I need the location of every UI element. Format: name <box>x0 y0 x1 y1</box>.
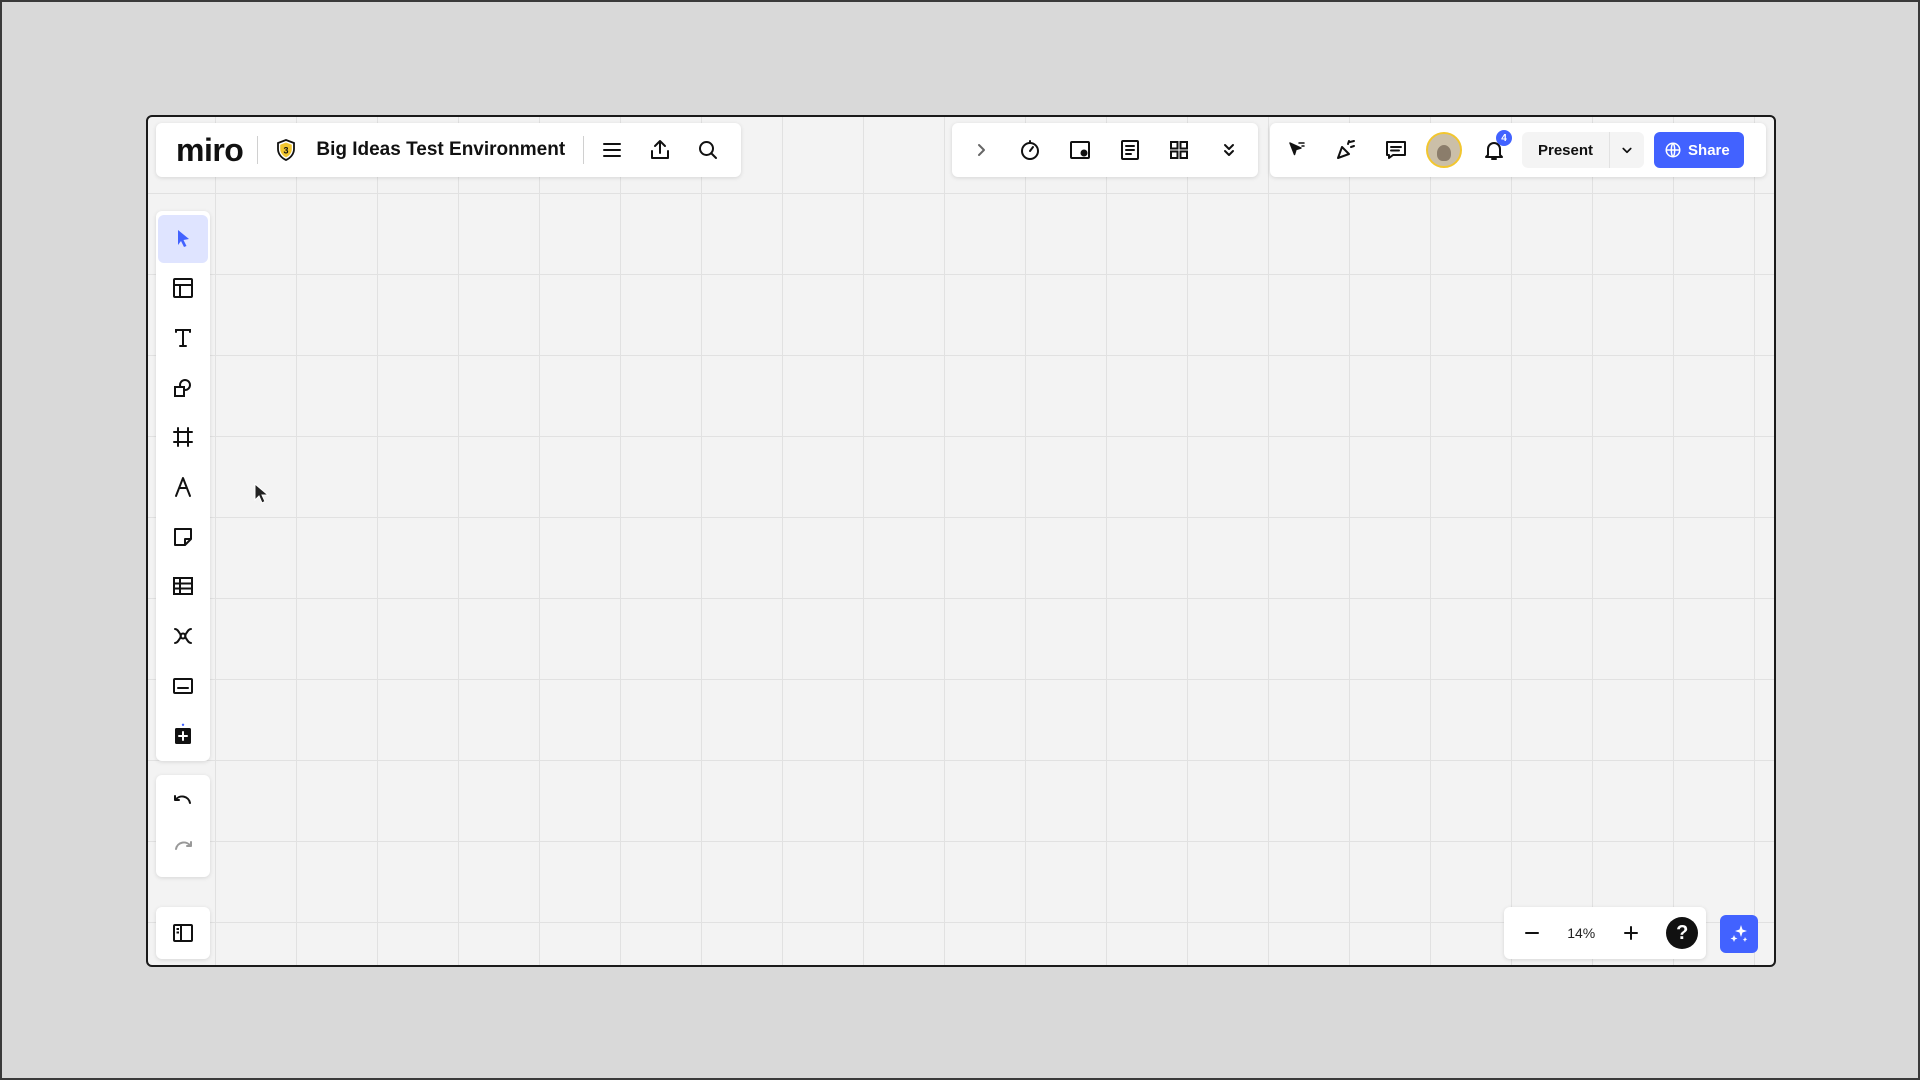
user-avatar[interactable] <box>1426 132 1462 168</box>
zoom-level[interactable]: 14% <box>1567 925 1595 941</box>
menu-icon[interactable] <box>592 130 632 170</box>
embed-icon[interactable] <box>158 662 208 710</box>
notes-icon[interactable] <box>1110 130 1150 170</box>
search-icon[interactable] <box>688 130 728 170</box>
add-more-icon[interactable] <box>158 711 208 759</box>
miro-logo[interactable]: miro <box>176 132 244 169</box>
mouse-cursor-icon <box>254 483 270 504</box>
board-canvas[interactable]: miro 3 Big Ideas Test Environment 4 Pres… <box>146 115 1776 967</box>
avatar-face <box>1437 145 1451 161</box>
notification-badge: 4 <box>1496 130 1512 146</box>
text-tool-icon[interactable] <box>158 314 208 362</box>
sidebar-toggle-icon[interactable] <box>163 913 203 953</box>
top-right-toolbar: 4 Present Share <box>1270 123 1766 177</box>
comment-icon[interactable] <box>1376 130 1416 170</box>
help-button[interactable]: ? <box>1666 917 1699 949</box>
undo-icon[interactable] <box>158 780 208 826</box>
ai-sparkle-icon[interactable] <box>1720 915 1758 953</box>
cursor-reaction-icon[interactable] <box>1276 130 1316 170</box>
templates-icon[interactable] <box>158 265 208 313</box>
present-options-chevron-down-icon[interactable] <box>1609 132 1644 168</box>
select-tool-icon[interactable] <box>158 215 208 263</box>
plan-badge-text: 3 <box>284 146 289 156</box>
present-button[interactable]: Present <box>1522 132 1609 168</box>
share-label: Share <box>1688 141 1730 159</box>
present-group: Present <box>1522 132 1645 168</box>
table-tool-icon[interactable] <box>158 562 208 610</box>
grid-icon[interactable] <box>1159 130 1199 170</box>
card-icon[interactable] <box>1060 130 1100 170</box>
divider <box>257 136 259 164</box>
mind-map-icon[interactable] <box>158 612 208 660</box>
celebrate-icon[interactable] <box>1326 130 1366 170</box>
history-toolbar <box>156 775 210 877</box>
frame-tool-icon[interactable] <box>158 414 208 462</box>
board-title[interactable]: Big Ideas Test Environment <box>316 139 565 161</box>
double-chevron-down-icon[interactable] <box>1209 130 1249 170</box>
sticky-note-icon[interactable] <box>158 513 208 561</box>
pen-tool-icon[interactable] <box>158 463 208 511</box>
left-toolbar <box>156 211 210 761</box>
zoom-in-icon[interactable] <box>1611 913 1651 953</box>
top-left-toolbar: miro 3 Big Ideas Test Environment <box>156 123 741 177</box>
zoom-toolbar: 14% ? <box>1504 907 1706 959</box>
zoom-out-icon[interactable] <box>1512 913 1552 953</box>
panels-toolbar <box>156 907 210 959</box>
redo-icon[interactable] <box>158 826 208 872</box>
export-icon[interactable] <box>640 130 680 170</box>
divider <box>583 136 585 164</box>
timer-icon[interactable] <box>1010 130 1050 170</box>
share-button[interactable]: Share <box>1654 132 1744 168</box>
plan-shield-icon[interactable]: 3 <box>266 130 306 170</box>
shapes-tool-icon[interactable] <box>158 364 208 412</box>
globe-icon <box>1665 142 1681 158</box>
notifications-icon[interactable]: 4 <box>1474 130 1514 170</box>
chevron-right-icon[interactable] <box>961 130 1001 170</box>
top-center-toolbar <box>952 123 1258 177</box>
